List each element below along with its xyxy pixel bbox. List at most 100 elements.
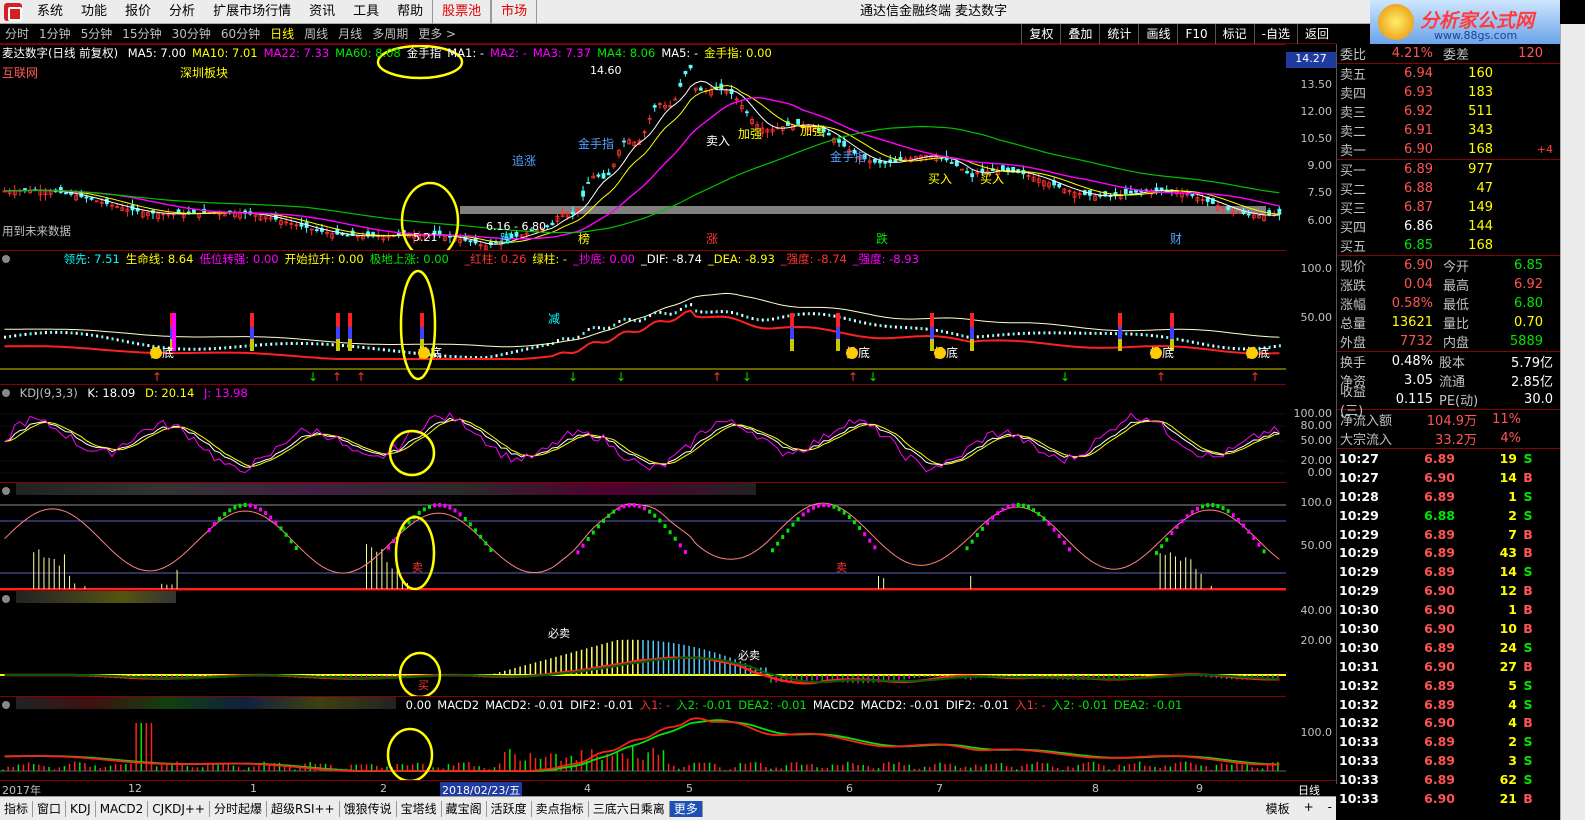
highlight-ellipse <box>399 269 437 381</box>
indicator-dot <box>1156 334 1158 338</box>
period-tab[interactable]: 周线 <box>299 25 333 42</box>
period-tab[interactable]: 多周期 <box>367 25 413 42</box>
indicator-chart-2[interactable]: 抄底 抄底 抄底 抄底 抄底 抄底减↑ ↑ ↑ ↑ ↑ ↑ ↑↓ ↓ ↓ ↓ ↓ ↓ <box>0 251 1286 385</box>
chart-tool-button[interactable]: 画线 <box>1138 24 1177 44</box>
macd2-panel[interactable]: 0.00 MACD2 MACD2: -0.01 DIF2: -0.01 入1: - 入2:… <box>0 696 1286 781</box>
indicator-tab[interactable]: 指标 <box>0 800 34 817</box>
menu-item-highlight[interactable]: 股票池 <box>432 0 492 24</box>
indicator-tab[interactable]: KDJ <box>66 800 96 817</box>
chart-tool-button[interactable]: -自选 <box>1253 24 1297 44</box>
candle-body <box>837 139 841 143</box>
period-tab[interactable]: 月线 <box>333 25 367 42</box>
indicator-tab[interactable]: 更多 <box>669 800 703 817</box>
indicator-panel-5[interactable]: 必卖 必卖买 <box>0 590 1286 697</box>
chart-annotation: 卖入 <box>706 134 730 148</box>
indicator-tab[interactable]: 三底六日乘离 <box>589 800 670 817</box>
trend-block <box>627 503 631 508</box>
ask-row[interactable]: 卖五 6.94 160 <box>1337 64 1560 83</box>
ask-row[interactable]: 卖一 6.90 168 +4 <box>1337 140 1560 159</box>
menu-item[interactable]: 功能 <box>72 0 116 24</box>
menu-item[interactable]: 分析 <box>160 0 204 24</box>
indicator-tab[interactable]: 窗口 <box>33 800 67 817</box>
period-tab[interactable]: 5分钟 <box>76 25 118 42</box>
tick-time: 10:33 <box>1339 734 1379 750</box>
indicator-dot <box>321 342 324 346</box>
bid-row[interactable]: 买一 6.89 977 <box>1337 160 1560 179</box>
period-tab[interactable]: 分时 <box>0 25 34 42</box>
stat-label: 涨幅 <box>1340 298 1367 313</box>
candle-body <box>1001 165 1005 172</box>
chart-tool-button[interactable]: 统计 <box>1099 24 1138 44</box>
period-tab[interactable]: 更多 > <box>413 25 461 42</box>
chart-tool-button[interactable]: F10 <box>1177 24 1214 44</box>
macd2-value: 入1: - <box>1015 698 1046 712</box>
bid-row[interactable]: 买五 6.85 168 <box>1337 236 1560 255</box>
menu-item[interactable]: 扩展市场行情 <box>204 0 300 24</box>
chart-tool-button[interactable]: 返回 <box>1296 24 1336 44</box>
tick-price: 6.90 <box>1424 469 1455 485</box>
period-tab[interactable]: 15分钟 <box>117 25 166 42</box>
indicator-dot <box>1038 331 1041 335</box>
scrollbar[interactable] <box>1560 24 1585 820</box>
indicator-tab[interactable]: 藏宝阁 <box>442 800 487 817</box>
period-tab[interactable]: 60分钟 <box>216 25 265 42</box>
tick-side: S <box>1523 677 1533 693</box>
bid-row[interactable]: 买三 6.87 149 <box>1337 198 1560 217</box>
ask-row[interactable]: 卖四 6.93 183 <box>1337 83 1560 102</box>
trend-block <box>259 507 262 512</box>
menu-bar: 系统 功能 报价 分析 扩展市场行情 资讯 工具 帮助 股票池 市场 通达信金融终端 麦达数字 <box>0 0 1370 24</box>
indicator-dot <box>1022 331 1025 335</box>
indicator-2-value-right: _强度: -8.74 <box>780 252 847 266</box>
bottom-control[interactable]: + <box>1304 800 1314 817</box>
signal-bar <box>250 339 254 351</box>
menu-item[interactable]: 系统 <box>28 0 72 24</box>
trend-block <box>1067 547 1071 552</box>
bottom-control[interactable]: 模板 <box>1266 800 1290 817</box>
menu-item-highlight[interactable]: 市场 <box>491 0 538 24</box>
bid-label: 买三 <box>1340 202 1367 217</box>
indicator-tab[interactable]: 宝塔线 <box>397 800 442 817</box>
indicator-dot <box>879 324 882 328</box>
ask-row[interactable]: 卖二 6.91 343 <box>1337 121 1560 140</box>
indicator-tab[interactable]: MACD2 <box>96 800 149 817</box>
kline-panel[interactable]: 追涨 金手指 加强 加强 卖入 买入 买入 金手指踩榜涨跌财 麦达数字(日线 前复权) MA5… <box>0 44 1286 251</box>
indicator-tab[interactable]: 活跃度 <box>487 800 532 817</box>
indicator-tab[interactable]: 饿狼传说 <box>340 800 397 817</box>
period-tab[interactable]: 日线 <box>265 25 299 42</box>
bottom-control[interactable]: - <box>1328 800 1332 817</box>
menu-item[interactable]: 资讯 <box>300 0 344 24</box>
kdj-panel[interactable]: KDJ(9,3,3) K: 18.09 D: 20.14 J: 13.98 <box>0 384 1286 482</box>
period-tab[interactable]: 1分钟 <box>34 25 76 42</box>
indicator-tab[interactable]: 分时起爆 <box>210 800 267 817</box>
candle-body <box>570 211 575 215</box>
indicator-tab[interactable]: 卖点指标 <box>532 800 589 817</box>
tick-side: S <box>1523 564 1533 580</box>
indicator-tab[interactable]: 超级RSI++ <box>267 800 340 817</box>
chart-tool-button[interactable]: 标记 <box>1214 24 1254 44</box>
indicator-chart-4[interactable]: 卖卖 <box>0 483 1286 591</box>
indicator-dot <box>720 310 723 314</box>
indicator-panel-4[interactable]: 卖卖 <box>0 482 1286 591</box>
bid-row[interactable]: 买四 6.86 144 <box>1337 217 1560 236</box>
quote-panel: 委比 4.21% 委差 120 卖五 6.94 160 卖四 6.93 183 卖三 6.92 511 卖… <box>1336 44 1560 806</box>
indicator-dot <box>1033 331 1036 335</box>
fundamental-value: 5.79亿 <box>1511 356 1553 371</box>
bid-row[interactable]: 买二 6.88 47 <box>1337 179 1560 198</box>
menu-item[interactable]: 报价 <box>116 0 160 24</box>
trend-block <box>683 549 687 554</box>
period-tab[interactable]: 30分钟 <box>167 25 216 42</box>
chart-tool-button[interactable]: 叠加 <box>1060 24 1099 44</box>
trend-block <box>980 526 984 531</box>
menu-item[interactable]: 帮助 <box>388 0 432 24</box>
chart-annotation: 金手指 <box>830 149 866 164</box>
trend-block <box>847 515 851 520</box>
menu-item[interactable]: 工具 <box>344 0 388 24</box>
indicator-chart-5[interactable]: 必卖必卖买 <box>0 591 1286 697</box>
indicator-tab[interactable]: CJKDJ++ <box>148 800 210 817</box>
indicator-panel-2[interactable]: 抄底 抄底 抄底 抄底 抄底 抄底减 ↑ ↑ ↑ ↑ ↑ ↑ ↑ ↓ ↓ ↓ ↓ ↓ ↓ 领先: 7.51 生命线: … <box>0 250 1286 384</box>
stat-label: 量比 <box>1443 317 1470 332</box>
ma-label: MA2: - <box>490 46 527 60</box>
ask-row[interactable]: 卖三 6.92 511 <box>1337 102 1560 121</box>
indicator-dot <box>244 344 247 348</box>
chart-tool-button[interactable]: 复权 <box>1021 24 1060 44</box>
